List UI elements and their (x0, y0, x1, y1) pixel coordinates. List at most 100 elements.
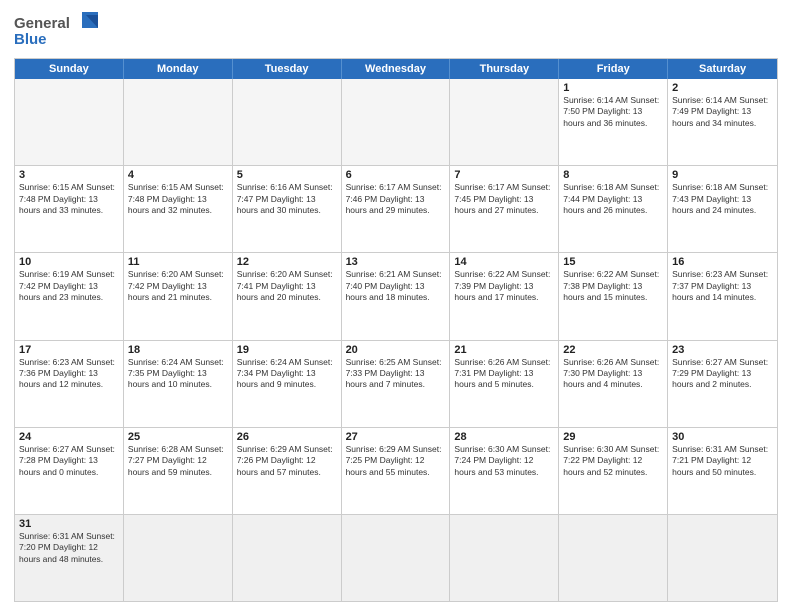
svg-text:General: General (14, 15, 70, 32)
calendar-day-3: 3Sunrise: 6:15 AM Sunset: 7:48 PM Daylig… (15, 166, 124, 252)
day-info: Sunrise: 6:21 AM Sunset: 7:40 PM Dayligh… (346, 269, 446, 303)
calendar-empty-cell (124, 79, 233, 165)
day-info: Sunrise: 6:24 AM Sunset: 7:34 PM Dayligh… (237, 357, 337, 391)
calendar-day-17: 17Sunrise: 6:23 AM Sunset: 7:36 PM Dayli… (15, 341, 124, 427)
day-number: 28 (454, 431, 554, 443)
day-number: 16 (672, 256, 773, 268)
calendar-empty-cell (124, 515, 233, 601)
calendar-day-20: 20Sunrise: 6:25 AM Sunset: 7:33 PM Dayli… (342, 341, 451, 427)
day-info: Sunrise: 6:30 AM Sunset: 7:22 PM Dayligh… (563, 444, 663, 478)
calendar-week-row: 3Sunrise: 6:15 AM Sunset: 7:48 PM Daylig… (15, 165, 777, 252)
day-number: 12 (237, 256, 337, 268)
calendar: SundayMondayTuesdayWednesdayThursdayFrid… (14, 58, 778, 602)
weekday-header-monday: Monday (124, 59, 233, 79)
day-info: Sunrise: 6:31 AM Sunset: 7:20 PM Dayligh… (19, 531, 119, 565)
day-number: 15 (563, 256, 663, 268)
day-info: Sunrise: 6:28 AM Sunset: 7:27 PM Dayligh… (128, 444, 228, 478)
day-number: 29 (563, 431, 663, 443)
day-number: 3 (19, 169, 119, 181)
weekday-header-thursday: Thursday (450, 59, 559, 79)
day-info: Sunrise: 6:18 AM Sunset: 7:43 PM Dayligh… (672, 182, 773, 216)
day-info: Sunrise: 6:24 AM Sunset: 7:35 PM Dayligh… (128, 357, 228, 391)
weekday-header-wednesday: Wednesday (342, 59, 451, 79)
calendar-empty-cell (450, 515, 559, 601)
calendar-day-2: 2Sunrise: 6:14 AM Sunset: 7:49 PM Daylig… (668, 79, 777, 165)
calendar-day-4: 4Sunrise: 6:15 AM Sunset: 7:48 PM Daylig… (124, 166, 233, 252)
calendar-empty-cell (342, 515, 451, 601)
weekday-header-friday: Friday (559, 59, 668, 79)
day-number: 24 (19, 431, 119, 443)
logo: General Blue (14, 10, 104, 52)
day-number: 21 (454, 344, 554, 356)
calendar-week-row: 10Sunrise: 6:19 AM Sunset: 7:42 PM Dayli… (15, 252, 777, 339)
calendar-day-23: 23Sunrise: 6:27 AM Sunset: 7:29 PM Dayli… (668, 341, 777, 427)
calendar-week-row: 1Sunrise: 6:14 AM Sunset: 7:50 PM Daylig… (15, 79, 777, 165)
calendar-empty-cell (233, 515, 342, 601)
day-number: 23 (672, 344, 773, 356)
calendar-empty-cell (450, 79, 559, 165)
calendar-empty-cell (342, 79, 451, 165)
day-info: Sunrise: 6:14 AM Sunset: 7:50 PM Dayligh… (563, 95, 663, 129)
day-number: 4 (128, 169, 228, 181)
day-number: 26 (237, 431, 337, 443)
calendar-day-27: 27Sunrise: 6:29 AM Sunset: 7:25 PM Dayli… (342, 428, 451, 514)
calendar-week-row: 24Sunrise: 6:27 AM Sunset: 7:28 PM Dayli… (15, 427, 777, 514)
day-number: 30 (672, 431, 773, 443)
day-info: Sunrise: 6:25 AM Sunset: 7:33 PM Dayligh… (346, 357, 446, 391)
day-number: 13 (346, 256, 446, 268)
day-info: Sunrise: 6:22 AM Sunset: 7:39 PM Dayligh… (454, 269, 554, 303)
day-info: Sunrise: 6:20 AM Sunset: 7:42 PM Dayligh… (128, 269, 228, 303)
calendar-day-22: 22Sunrise: 6:26 AM Sunset: 7:30 PM Dayli… (559, 341, 668, 427)
calendar-header-row: SundayMondayTuesdayWednesdayThursdayFrid… (15, 59, 777, 79)
day-info: Sunrise: 6:29 AM Sunset: 7:25 PM Dayligh… (346, 444, 446, 478)
day-number: 10 (19, 256, 119, 268)
calendar-day-21: 21Sunrise: 6:26 AM Sunset: 7:31 PM Dayli… (450, 341, 559, 427)
weekday-header-sunday: Sunday (15, 59, 124, 79)
day-number: 25 (128, 431, 228, 443)
calendar-week-row: 31Sunrise: 6:31 AM Sunset: 7:20 PM Dayli… (15, 514, 777, 601)
calendar-empty-cell (233, 79, 342, 165)
calendar-day-10: 10Sunrise: 6:19 AM Sunset: 7:42 PM Dayli… (15, 253, 124, 339)
day-info: Sunrise: 6:29 AM Sunset: 7:26 PM Dayligh… (237, 444, 337, 478)
calendar-day-14: 14Sunrise: 6:22 AM Sunset: 7:39 PM Dayli… (450, 253, 559, 339)
day-info: Sunrise: 6:23 AM Sunset: 7:37 PM Dayligh… (672, 269, 773, 303)
calendar-day-29: 29Sunrise: 6:30 AM Sunset: 7:22 PM Dayli… (559, 428, 668, 514)
day-info: Sunrise: 6:17 AM Sunset: 7:46 PM Dayligh… (346, 182, 446, 216)
day-info: Sunrise: 6:14 AM Sunset: 7:49 PM Dayligh… (672, 95, 773, 129)
calendar-empty-cell (15, 79, 124, 165)
day-number: 31 (19, 518, 119, 530)
day-info: Sunrise: 6:27 AM Sunset: 7:29 PM Dayligh… (672, 357, 773, 391)
calendar-day-18: 18Sunrise: 6:24 AM Sunset: 7:35 PM Dayli… (124, 341, 233, 427)
day-number: 5 (237, 169, 337, 181)
weekday-header-saturday: Saturday (668, 59, 777, 79)
day-number: 17 (19, 344, 119, 356)
day-info: Sunrise: 6:15 AM Sunset: 7:48 PM Dayligh… (19, 182, 119, 216)
day-number: 9 (672, 169, 773, 181)
day-number: 8 (563, 169, 663, 181)
day-info: Sunrise: 6:18 AM Sunset: 7:44 PM Dayligh… (563, 182, 663, 216)
calendar-empty-cell (559, 515, 668, 601)
calendar-day-16: 16Sunrise: 6:23 AM Sunset: 7:37 PM Dayli… (668, 253, 777, 339)
day-info: Sunrise: 6:23 AM Sunset: 7:36 PM Dayligh… (19, 357, 119, 391)
calendar-day-12: 12Sunrise: 6:20 AM Sunset: 7:41 PM Dayli… (233, 253, 342, 339)
calendar-day-26: 26Sunrise: 6:29 AM Sunset: 7:26 PM Dayli… (233, 428, 342, 514)
svg-text:Blue: Blue (14, 31, 47, 48)
calendar-day-11: 11Sunrise: 6:20 AM Sunset: 7:42 PM Dayli… (124, 253, 233, 339)
calendar-day-5: 5Sunrise: 6:16 AM Sunset: 7:47 PM Daylig… (233, 166, 342, 252)
day-number: 7 (454, 169, 554, 181)
calendar-body: 1Sunrise: 6:14 AM Sunset: 7:50 PM Daylig… (15, 79, 777, 601)
calendar-day-31: 31Sunrise: 6:31 AM Sunset: 7:20 PM Dayli… (15, 515, 124, 601)
day-info: Sunrise: 6:22 AM Sunset: 7:38 PM Dayligh… (563, 269, 663, 303)
day-info: Sunrise: 6:26 AM Sunset: 7:31 PM Dayligh… (454, 357, 554, 391)
calendar-week-row: 17Sunrise: 6:23 AM Sunset: 7:36 PM Dayli… (15, 340, 777, 427)
day-number: 11 (128, 256, 228, 268)
day-number: 18 (128, 344, 228, 356)
calendar-day-13: 13Sunrise: 6:21 AM Sunset: 7:40 PM Dayli… (342, 253, 451, 339)
day-info: Sunrise: 6:17 AM Sunset: 7:45 PM Dayligh… (454, 182, 554, 216)
calendar-empty-cell (668, 515, 777, 601)
day-number: 6 (346, 169, 446, 181)
day-info: Sunrise: 6:26 AM Sunset: 7:30 PM Dayligh… (563, 357, 663, 391)
day-number: 1 (563, 82, 663, 94)
calendar-day-19: 19Sunrise: 6:24 AM Sunset: 7:34 PM Dayli… (233, 341, 342, 427)
calendar-day-24: 24Sunrise: 6:27 AM Sunset: 7:28 PM Dayli… (15, 428, 124, 514)
